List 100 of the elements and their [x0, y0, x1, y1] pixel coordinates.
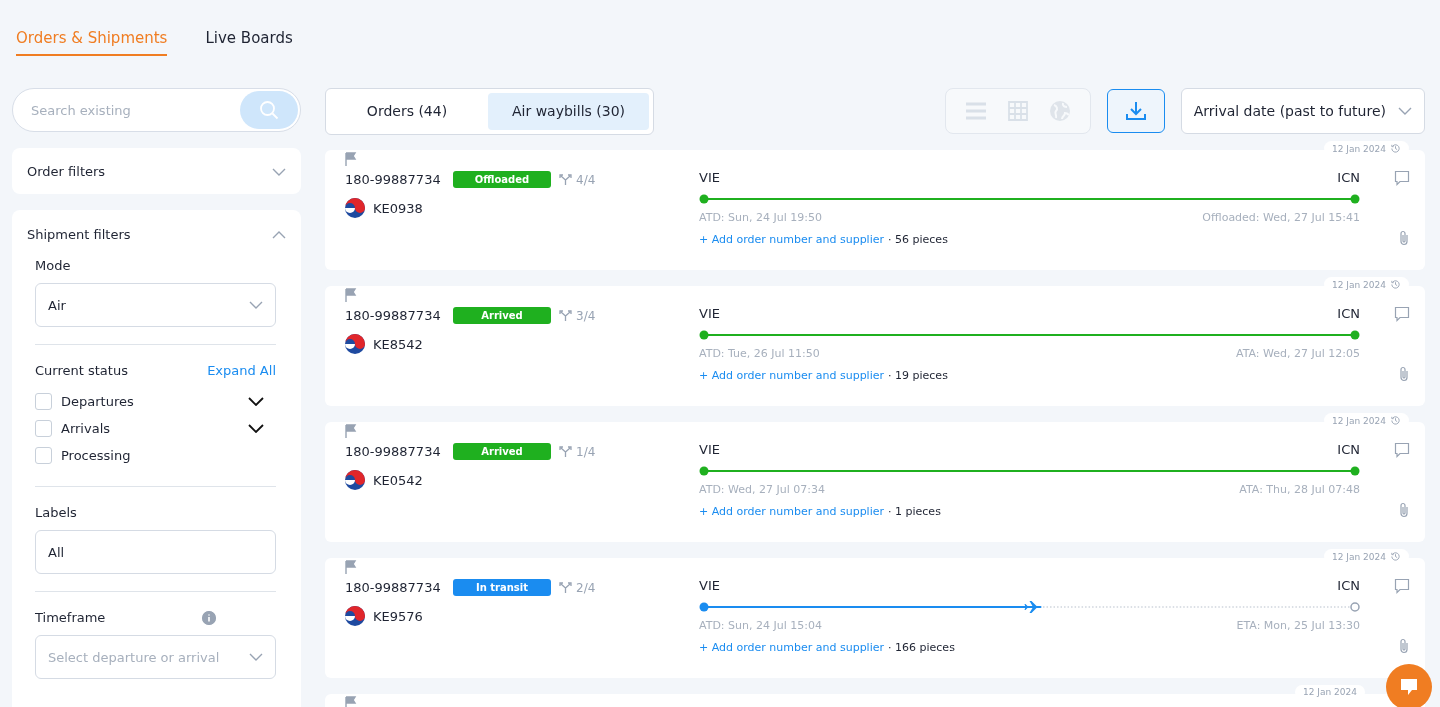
chevron-icon: [272, 167, 286, 176]
plane-icon: [1024, 601, 1042, 613]
paperclip-icon[interactable]: [1398, 230, 1410, 246]
origin-code: VIE: [699, 578, 720, 593]
paperclip-icon[interactable]: [1398, 366, 1410, 382]
legs-count: 4/4: [576, 172, 596, 187]
destination-dot: [1350, 330, 1360, 340]
search-input[interactable]: Search existing: [29, 101, 240, 119]
date-chip: 12 Jan 2024: [1324, 413, 1409, 428]
download-icon[interactable]: [1106, 89, 1165, 133]
add-order-link[interactable]: + Add order number and supplier: [699, 505, 885, 518]
comment-icon[interactable]: [1394, 306, 1410, 322]
awb-number: 180-99887734: [345, 308, 442, 323]
add-order-link[interactable]: + Add order number and supplier: [699, 641, 885, 654]
history-icon: [1390, 551, 1401, 562]
expand-all-link[interactable]: Expand All: [207, 363, 276, 378]
split-icon: [559, 581, 572, 594]
date-chip: 12 Jan 2024: [1324, 277, 1409, 292]
checkbox-label: Departures: [61, 394, 134, 409]
panel-title[interactable]: Shipment filters: [27, 226, 131, 242]
sort-dropdown[interactable]: Arrival date (past to future): [1180, 88, 1425, 134]
arrival-time: ATA: Wed, 27 Jul 12:05: [1236, 347, 1360, 360]
history-icon: [1390, 143, 1401, 154]
field-label: Mode: [35, 258, 72, 273]
airline-logo-icon: [345, 606, 365, 626]
status-badge: Arrived: [453, 307, 551, 324]
checkbox[interactable]: [35, 420, 52, 437]
airline-logo-icon: [345, 470, 365, 490]
destination-dot: [1350, 466, 1360, 476]
checkbox[interactable]: [35, 393, 52, 410]
add-order-link[interactable]: + Add order number and supplier: [699, 369, 885, 382]
destination-code: ICN: [1337, 306, 1360, 321]
split-icon: [559, 309, 572, 322]
chevron-icon: [249, 653, 263, 661]
origin-dot: [699, 330, 709, 340]
arrival-time: ETA: Mon, 25 Jul 13:30: [1236, 619, 1360, 632]
search-field[interactable]: Search existing: [12, 88, 301, 132]
pieces-count: · 166 pieces: [888, 641, 955, 654]
status-badge: Arrived: [453, 443, 551, 460]
chevron-icon: [249, 301, 263, 309]
pieces-count: · 1 pieces: [888, 505, 941, 518]
flight-number: KE0938: [373, 200, 423, 216]
flight-number: KE8542: [373, 336, 423, 352]
search-icon[interactable]: [240, 91, 298, 129]
legs-count: 2/4: [576, 580, 596, 595]
nav-tab[interactable]: Live Boards: [205, 28, 293, 56]
awb-number: 180-99887734: [345, 172, 442, 187]
date-chip: 12 Jan 2024: [1324, 549, 1409, 564]
arrival-time: Offloaded: Wed, 27 Jul 15:41: [1202, 211, 1360, 224]
comment-icon[interactable]: [1394, 170, 1410, 186]
checkbox[interactable]: [35, 447, 52, 464]
flag-icon[interactable]: [345, 288, 357, 302]
add-order-link[interactable]: + Add order number and supplier: [699, 233, 885, 246]
destination-code: ICN: [1337, 578, 1360, 593]
field-label: Labels: [35, 505, 78, 520]
status-badge: In transit: [453, 579, 551, 596]
paperclip-icon[interactable]: [1398, 638, 1410, 654]
flag-icon[interactable]: [345, 696, 357, 707]
origin-code: VIE: [699, 306, 720, 321]
field-label: Current status: [35, 363, 128, 378]
date-chip: 12 Jan 2024: [1324, 141, 1409, 156]
origin-code: VIE: [699, 170, 720, 185]
history-icon: [1390, 279, 1401, 290]
flag-icon[interactable]: [345, 560, 357, 574]
chevron-icon[interactable]: [248, 397, 264, 406]
comment-icon[interactable]: [1394, 578, 1410, 594]
origin-dot: [699, 602, 709, 612]
panel-title[interactable]: Order filters: [27, 163, 106, 179]
date-chip: 12 Jan 2024: [1295, 685, 1365, 699]
destination-code: ICN: [1337, 170, 1360, 185]
checkbox-label: Arrivals: [61, 421, 110, 436]
split-icon: [559, 445, 572, 458]
awb-number: 180-99887734: [345, 444, 442, 459]
chevron-icon: [1398, 107, 1412, 115]
chevron-icon[interactable]: [248, 424, 264, 433]
chevron-icon: [272, 230, 286, 239]
destination-dot: [1350, 194, 1360, 204]
flag-icon[interactable]: [345, 424, 357, 438]
mode-dropdown[interactable]: Air: [35, 283, 276, 327]
history-icon: [1390, 415, 1401, 426]
labels-field[interactable]: All: [35, 530, 276, 574]
legs-count: 3/4: [576, 308, 596, 323]
awb-number: 180-99887734: [345, 580, 442, 595]
paperclip-icon[interactable]: [1398, 502, 1410, 518]
departure-time: ATD: Sun, 24 Jul 15:04: [699, 619, 822, 632]
departure-time: ATD: Sun, 24 Jul 19:50: [699, 211, 822, 224]
airline-logo-icon: [345, 198, 365, 218]
view-tab[interactable]: Air waybills (30): [488, 92, 650, 130]
comment-icon[interactable]: [1394, 442, 1410, 458]
destination-dot: [1350, 602, 1360, 612]
field-label: Timeframe: [35, 610, 106, 625]
origin-dot: [699, 194, 709, 204]
flag-icon[interactable]: [345, 152, 357, 166]
split-icon: [559, 173, 572, 186]
airline-logo-icon: [345, 334, 365, 354]
checkbox-label: Processing: [61, 448, 131, 463]
destination-code: ICN: [1337, 442, 1360, 457]
origin-dot: [699, 466, 709, 476]
arrival-time: ATA: Thu, 28 Jul 07:48: [1239, 483, 1360, 496]
pieces-count: · 56 pieces: [888, 233, 948, 246]
